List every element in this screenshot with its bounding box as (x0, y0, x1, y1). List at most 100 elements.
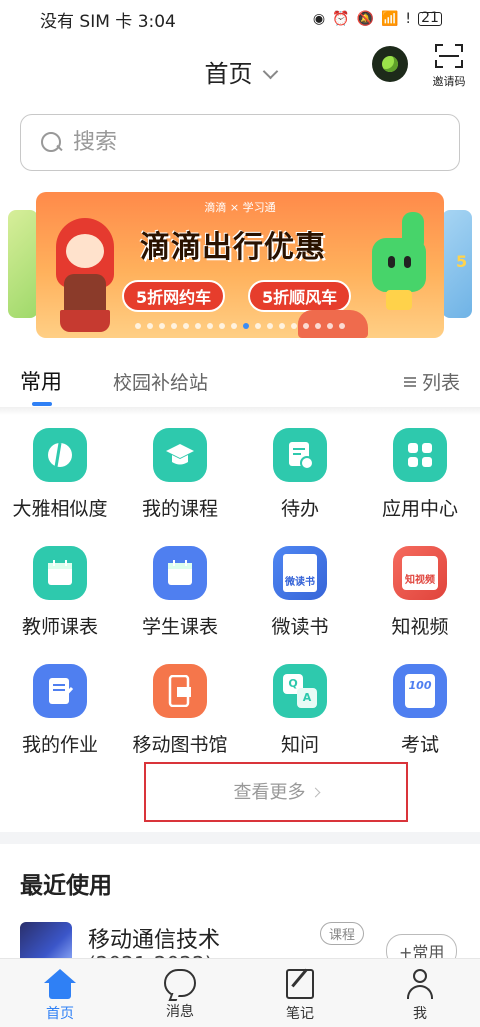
invite-code-button[interactable]: 邀请码 (428, 44, 470, 89)
banner-next-card[interactable]: 5 (442, 210, 472, 318)
carousel-dot[interactable] (207, 323, 213, 329)
list-view-label: 列表 (421, 372, 460, 394)
carousel-dot[interactable] (303, 323, 309, 329)
course-name: 移动通信技术 (88, 928, 221, 953)
alert-icon: ! (405, 11, 411, 27)
carousel-dot[interactable] (195, 323, 201, 329)
carousel-dot[interactable] (315, 323, 321, 329)
list-view-button[interactable]: 列表 (403, 368, 460, 395)
exam-icon: 100 (393, 664, 447, 718)
status-icons: ◉ ⏰ 🔕 📶 ! 21 (313, 11, 442, 27)
home-icon (44, 969, 76, 999)
carousel-dot[interactable] (219, 323, 225, 329)
carousel-dot[interactable] (243, 323, 249, 329)
tab-campus-supply[interactable]: 校园补给站 (113, 368, 208, 395)
view-more-button[interactable]: 查看更多 (144, 762, 408, 822)
app-item[interactable]: Q A 知问 (240, 664, 360, 757)
carousel-dot[interactable] (255, 323, 261, 329)
banner-carousel[interactable]: 5 滴滴 × 学习通 滴滴出行优惠 5折网约车 5折顺风车 (0, 190, 480, 340)
header: 首页 邀请码 (0, 40, 480, 100)
recent-title: 最近使用 (20, 873, 112, 899)
app-label: 移动图书馆 (132, 734, 228, 756)
coupon-carpool: 5折顺风车 (248, 280, 352, 312)
search-icon (41, 131, 63, 154)
alarm-icon: ⏰ (332, 11, 350, 27)
app-label: 知问 (280, 734, 319, 756)
page-title: 首页 (204, 60, 253, 88)
app-item[interactable]: 知视频 知视频 (360, 546, 480, 639)
nav-messages[interactable]: 消息 (120, 969, 240, 1021)
mobile-library-icon (153, 664, 207, 718)
todo-icon (273, 428, 327, 482)
banner-prev-card[interactable] (8, 210, 38, 318)
active-tab-indicator (32, 402, 52, 406)
carousel-dot[interactable] (183, 323, 189, 329)
status-left: 没有 SIM 卡 3:04 (40, 7, 313, 32)
carousel-dots (36, 323, 444, 329)
bottom-nav: 首页 消息 笔记 我 (0, 958, 480, 1027)
status-bar: 没有 SIM 卡 3:04 ◉ ⏰ 🔕 📶 ! 21 (0, 0, 480, 38)
carousel-dot[interactable] (147, 323, 153, 329)
app-item[interactable]: 微读书 微读书 (240, 546, 360, 639)
app-item[interactable]: 学生课表 (120, 546, 240, 639)
avatar-image (382, 56, 398, 72)
nav-notes[interactable]: 笔记 (240, 969, 360, 1023)
carousel-dot[interactable] (327, 323, 333, 329)
banner-brand-didi: 滴滴 (204, 201, 227, 214)
app-label: 微读书 (271, 616, 329, 638)
view-more-label: 查看更多 (233, 782, 306, 803)
home-page: 没有 SIM 卡 3:04 ◉ ⏰ 🔕 📶 ! 21 首页 邀请码 搜索 5 滴… (0, 0, 480, 1027)
search-input[interactable] (73, 130, 433, 155)
thumbs-up-mascot-icon (362, 212, 434, 310)
carousel-dot[interactable] (291, 323, 297, 329)
chevron-down-icon (262, 63, 278, 80)
carousel-dot[interactable] (135, 323, 141, 329)
app-item[interactable]: 移动图书馆 (120, 664, 240, 757)
app-item[interactable]: 大雅相似度 (0, 428, 120, 521)
app-item[interactable]: 我的课程 (120, 428, 240, 521)
status-time: 3:04 (137, 11, 176, 32)
app-label: 我的作业 (21, 734, 98, 756)
nav-notes-label: 笔记 (286, 1006, 314, 1022)
tab-divider (0, 407, 480, 415)
course-tag: 课程 (320, 922, 365, 945)
carousel-dot[interactable] (339, 323, 345, 329)
search-bar[interactable] (20, 114, 460, 171)
banner-didi-promo[interactable]: 滴滴 × 学习通 滴滴出行优惠 5折网约车 5折顺风车 (36, 192, 444, 338)
wifi-icon: 📶 (380, 11, 399, 27)
invite-code-label: 邀请码 (432, 75, 466, 88)
mute-icon: 🔕 (356, 11, 374, 27)
app-grid-icon (393, 428, 447, 482)
section-tabs: 常用 校园补给站 列表 (0, 358, 480, 408)
app-label: 学生课表 (141, 616, 218, 638)
app-item[interactable]: 待办 (240, 428, 360, 521)
list-icon (403, 376, 416, 388)
tab-common[interactable]: 常用 (20, 366, 62, 406)
carousel-dot[interactable] (159, 323, 165, 329)
app-item[interactable]: 应用中心 (360, 428, 480, 521)
book-icon: 微读书 (273, 546, 327, 600)
carrier-text: 没有 SIM 卡 (40, 11, 133, 32)
nav-home[interactable]: 首页 (0, 969, 120, 1023)
app-item[interactable]: 100 考试 (360, 664, 480, 757)
app-item[interactable]: 我的作业 (0, 664, 120, 757)
banner-brand-xuexitong: 学习通 (242, 201, 276, 214)
homework-icon (33, 664, 87, 718)
nav-me[interactable]: 我 (360, 969, 480, 1023)
avatar[interactable] (372, 46, 408, 82)
app-label: 知视频 (391, 616, 449, 638)
app-label: 教师课表 (21, 616, 98, 638)
app-label: 考试 (400, 734, 439, 756)
app-item[interactable]: 教师课表 (0, 546, 120, 639)
carousel-dot[interactable] (267, 323, 273, 329)
nav-home-label: 首页 (46, 1006, 74, 1022)
graduation-cap-icon (153, 428, 207, 482)
page-title-switcher[interactable]: 首页 (0, 54, 480, 89)
video-icon: 知视频 (393, 546, 447, 600)
carousel-dot[interactable] (279, 323, 285, 329)
eye-icon: ◉ (312, 11, 326, 27)
carousel-dot[interactable] (231, 323, 237, 329)
nav-messages-label: 消息 (166, 1004, 194, 1020)
qa-icon: QA (273, 664, 327, 718)
carousel-dot[interactable] (171, 323, 177, 329)
